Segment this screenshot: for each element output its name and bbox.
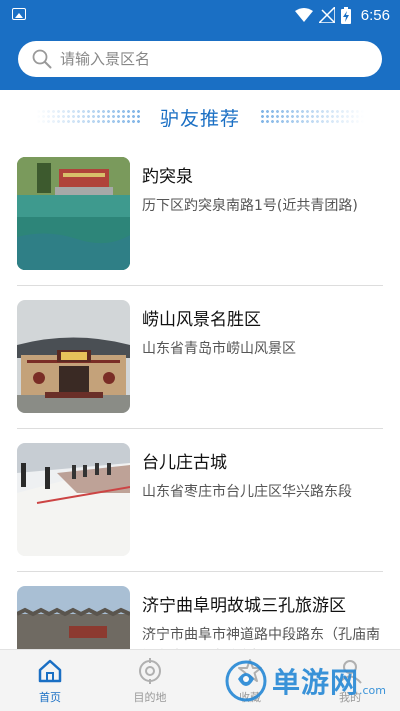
spot-thumbnail [17, 157, 130, 270]
spot-thumbnail [17, 443, 130, 556]
spot-address: 山东省青岛市崂山风景区 [142, 341, 296, 357]
watermark-suffix: .com [359, 684, 387, 697]
section-header: 驴友推荐 [0, 100, 400, 134]
watermark: 单游网 .com [224, 657, 386, 705]
header [0, 30, 400, 90]
gallery-icon [12, 8, 26, 20]
spot-address: 山东省枣庄市台儿庄区华兴路东段 [142, 484, 352, 500]
spot-list: 趵突泉 历下区趵突泉南路1号(近共青团路) 崂山风景名胜区 山东省青岛市崂山风景… [0, 143, 400, 711]
tab-label: 首页 [39, 691, 61, 704]
watermark-text: 单游网 [272, 666, 360, 699]
battery-charging-icon [340, 6, 351, 24]
no-signal-icon [318, 7, 335, 23]
decorative-dots-left [35, 109, 140, 125]
status-icons: 6:56 [294, 5, 390, 25]
clock: 6:56 [360, 6, 390, 24]
spot-name: 趵突泉 [142, 167, 193, 187]
spot-thumbnail [17, 300, 130, 413]
spot-name: 台儿庄古城 [142, 453, 227, 473]
tab-home[interactable]: 首页 [0, 650, 100, 711]
search-input[interactable] [60, 50, 360, 68]
watermark-logo-icon [225, 660, 267, 702]
spot-item[interactable]: 趵突泉 历下区趵突泉南路1号(近共青团路) [17, 143, 383, 286]
section-title: 驴友推荐 [159, 107, 240, 130]
spot-item[interactable]: 崂山风景名胜区 山东省青岛市崂山风景区 [17, 286, 383, 429]
decorative-dots-right [260, 109, 364, 125]
spot-address: 历下区趵突泉南路1号(近共青团路) [142, 198, 358, 214]
wifi-icon [294, 8, 313, 22]
search-icon [32, 49, 52, 69]
spot-name: 崂山风景名胜区 [142, 310, 261, 330]
search-bar[interactable] [18, 41, 382, 77]
location-icon [139, 658, 161, 684]
tab-destination[interactable]: 目的地 [100, 650, 200, 711]
spot-item[interactable]: 台儿庄古城 山东省枣庄市台儿庄区华兴路东段 [17, 429, 383, 572]
home-icon [38, 659, 62, 683]
status-bar: 6:56 [0, 0, 400, 30]
tab-label: 目的地 [133, 691, 167, 704]
spot-name: 济宁曲阜明故城三孔旅游区 [142, 596, 346, 616]
